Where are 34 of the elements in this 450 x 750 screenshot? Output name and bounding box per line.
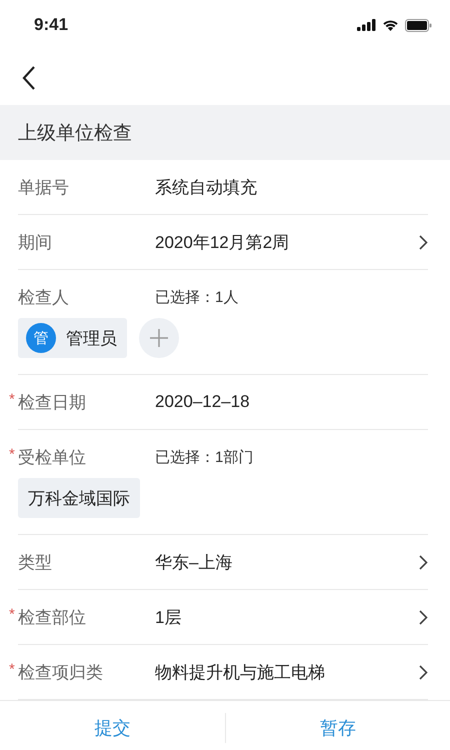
person-chip[interactable]: 管 管理员 [18,318,127,358]
wifi-icon [382,19,399,31]
field-value: 系统自动填充 [155,176,258,198]
action-button[interactable]: 提交 [0,713,224,741]
selection-count: 已选择：1部门 [155,448,254,466]
add-button[interactable] [139,318,179,358]
required-mark: * [9,661,15,678]
field-label: 类型 [18,552,53,574]
field-label: 受检单位 [18,446,87,468]
back-icon[interactable] [22,66,36,90]
person-name: 管理员 [66,328,117,350]
field-label: 单据号 [18,176,70,198]
field-value[interactable]: 1层 [155,606,419,628]
action-button[interactable]: 暂存 [226,713,450,741]
field-value[interactable]: 2020年12月第2周 [155,230,419,254]
department-tag[interactable]: 万科金域国际 [18,478,140,518]
required-mark: * [9,391,15,408]
required-mark: * [9,606,15,623]
field-value[interactable]: 华东–上海 [155,550,419,574]
field-value: 2020–12–18 [155,392,251,412]
avatar: 管 [26,323,56,353]
plus-icon [150,329,168,347]
field-label: 检查部位 [18,606,87,628]
field-label: 检查日期 [18,392,87,414]
field-label: 检查人 [18,286,70,308]
signal-icon [357,19,376,31]
selection-count: 已选择：1人 [155,288,240,306]
section-title: 上级单位检查 [18,122,132,146]
battery-icon [405,18,432,32]
field-label: 期间 [18,232,53,254]
field-label: 检查项归类 [18,662,104,684]
required-mark: * [9,446,15,463]
field-value[interactable]: 物料提升机与施工电梯 [155,660,419,684]
status-time: 9:41 [34,15,68,35]
